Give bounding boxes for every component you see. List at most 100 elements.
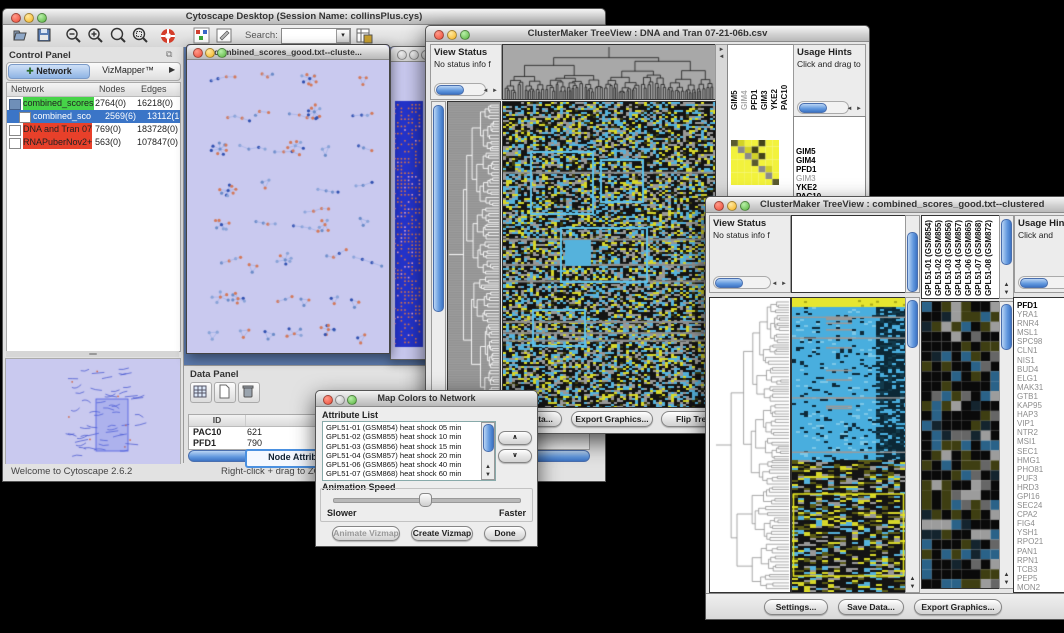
gene-label: CPA2 [1017,510,1064,519]
scroll-arrows[interactable]: ◄ ► [771,281,788,287]
attribute-list[interactable]: GPL51-01 (GSM854) heat shock 05 minGPL51… [322,421,496,481]
zoom-button[interactable] [460,30,470,40]
desktop: Cytoscape Desktop (Session Name: collins… [0,0,1064,633]
gene-label: PUF3 [1017,474,1064,483]
speed-slider-thumb[interactable] [419,493,432,507]
edge-count: 183728(0) [137,123,180,136]
tv2-button-bar: Settings... Save Data... Export Graphics… [706,593,1064,619]
slower-label: Slower [327,508,357,518]
move-up-button[interactable]: ∧ [498,431,532,445]
tv1-status-scrollbar[interactable] [434,83,486,96]
gene-label: NIS1 [1017,356,1064,365]
scroll-arrows[interactable]: ◄ ► [482,88,499,94]
attribute-list-scrollbar[interactable]: ▲ ▼ [481,422,495,480]
open-file-icon[interactable] [13,28,30,43]
tv2-top-scrollbar[interactable] [905,215,920,293]
tv2-row-dendrogram[interactable] [709,297,791,593]
tv2-zoom-heatmap[interactable] [921,301,1001,589]
close-button[interactable] [323,395,333,405]
tv2-column-labels-scrollbar[interactable]: ▲ ▼ [999,215,1014,299]
move-down-button[interactable]: ∨ [498,449,532,463]
zoom-in-icon[interactable] [87,27,104,44]
delete-attribute-button[interactable] [238,382,260,403]
attribute-list-item[interactable]: GPL51-06 (GSM865) heat shock 40 min [326,460,495,469]
network-table-header[interactable]: Network Nodes Edges [7,83,180,97]
tv2-status-scrollbar[interactable] [713,276,771,289]
annotation-icon[interactable] [216,27,234,44]
tv1-row-scrollbar[interactable] [431,101,446,408]
zoom-button[interactable] [347,395,357,405]
close-button[interactable] [434,30,444,40]
search-dropdown-arrow[interactable]: ▾ [336,29,350,43]
float-panel-icon[interactable]: ⧉ [166,49,172,60]
attribute-list-item[interactable]: GPL51-07 (GSM868) heat shock 60 min [326,469,495,478]
tv2-column-tree-area[interactable] [791,215,907,293]
help-lifebuoy-icon[interactable] [159,27,177,45]
tv2-status-text: No status info f [710,229,790,240]
zoom-fit-icon[interactable] [131,27,149,44]
tv2-settings-button[interactable]: Settings... [764,599,828,615]
panel-splitter[interactable] [6,351,179,357]
tv1-row-dendrogram[interactable] [447,101,501,408]
attribute-list-item[interactable]: GPL51-02 (GSM855) heat shock 10 min [326,432,495,441]
minimize-button[interactable] [409,50,419,60]
tab-network[interactable]: ✚ Network [8,64,90,79]
gene-label: GIM3 [796,174,865,183]
minimize-button[interactable] [335,395,345,405]
network-tree-row[interactable]: combined_scores2764(0)16218(0) [7,97,180,110]
control-panel-tabs: ✚ Network VizMapper™ ▶ [6,62,181,81]
network-tree-row[interactable]: combined_sco2569(6)13112(15) [7,110,180,123]
minimize-button[interactable] [205,48,215,58]
vizmapper-icon[interactable] [193,27,210,44]
network-overview-panel[interactable] [5,358,181,466]
tv1-export-graphics-button[interactable]: Export Graphics... [571,411,653,427]
done-button[interactable]: Done [484,526,526,541]
tv2-column-labels-panel: GPL51-01 (GSM854)GPL51-02 (GSM855)GPL51-… [921,215,1001,299]
minimize-button[interactable] [727,201,737,211]
network-tree-row[interactable]: RNAPuberNov2+563(0)107847(0) [7,136,180,149]
save-session-icon[interactable] [37,28,52,43]
select-attributes-button[interactable] [190,382,212,403]
minimize-button[interactable] [24,13,34,23]
attribute-list-item[interactable]: GPL51-03 (GSM856) heat shock 15 min [326,442,495,451]
new-attribute-button[interactable] [214,382,236,403]
zoom-out-icon[interactable] [65,27,82,44]
zoom-button[interactable] [37,13,47,23]
tv1-column-dendrogram[interactable] [502,44,716,100]
close-button[interactable] [193,48,203,58]
tv2-global-heatmap[interactable] [791,297,907,593]
close-button[interactable] [397,50,407,60]
treeview1-title-bar[interactable]: ClusterMaker TreeView : DNA and Tran 07-… [426,26,869,42]
scroll-arrows[interactable]: ◄ ► [846,106,863,112]
tv1-correlation-matrix[interactable] [731,140,779,185]
tv2-save-data-button[interactable]: Save Data... [838,599,904,615]
animate-vizmap-button[interactable]: Animate Vizmap [332,526,400,541]
network-tree-row[interactable]: DNA and Tran 07769(0)183728(0) [7,123,180,136]
minimize-button[interactable] [447,30,457,40]
tv2-zoom-scrollbar[interactable]: ▲ ▼ [999,301,1014,589]
attribute-list-item[interactable]: GPL51-04 (GSM857) heat shock 20 min [326,451,495,460]
dialog-title-bar[interactable]: Map Colors to Network [316,391,537,407]
treeview2-title-bar[interactable]: ClusterMaker TreeView : combined_scores_… [706,197,1064,213]
zoom-button[interactable] [217,48,227,58]
network-canvas[interactable] [187,60,387,352]
tv2-export-graphics-button[interactable]: Export Graphics... [914,599,1002,615]
tab-vizmapper[interactable]: VizMapper™ [93,64,163,77]
gene-label: GIM5 [796,147,865,156]
tv1-heatmap[interactable] [502,101,716,408]
attribute-list-item[interactable]: GPL51-01 (GSM854) heat shock 05 min [326,423,495,432]
network-canvas-dense-grid[interactable] [391,63,425,351]
create-vizmap-button[interactable]: Create Vizmap [411,526,473,541]
network-window-1-title-bar[interactable]: combined_scores_good.txt--cluste... [187,45,389,60]
tab-overflow-arrow[interactable]: ▶ [169,65,175,74]
zoom-selected-icon[interactable] [109,27,127,44]
tv2-global-scrollbar[interactable]: ▲ ▼ [905,297,920,593]
tv1-hints-scrollbar[interactable] [797,101,849,114]
zoom-button[interactable] [740,201,750,211]
close-button[interactable] [714,201,724,211]
tv2-hints-scrollbar[interactable] [1018,276,1064,289]
main-title-bar[interactable]: Cytoscape Desktop (Session Name: collins… [3,9,605,25]
column-label: GPL51-04 (GSM857) [954,218,964,296]
import-table-icon[interactable] [355,27,373,44]
close-button[interactable] [11,13,21,23]
